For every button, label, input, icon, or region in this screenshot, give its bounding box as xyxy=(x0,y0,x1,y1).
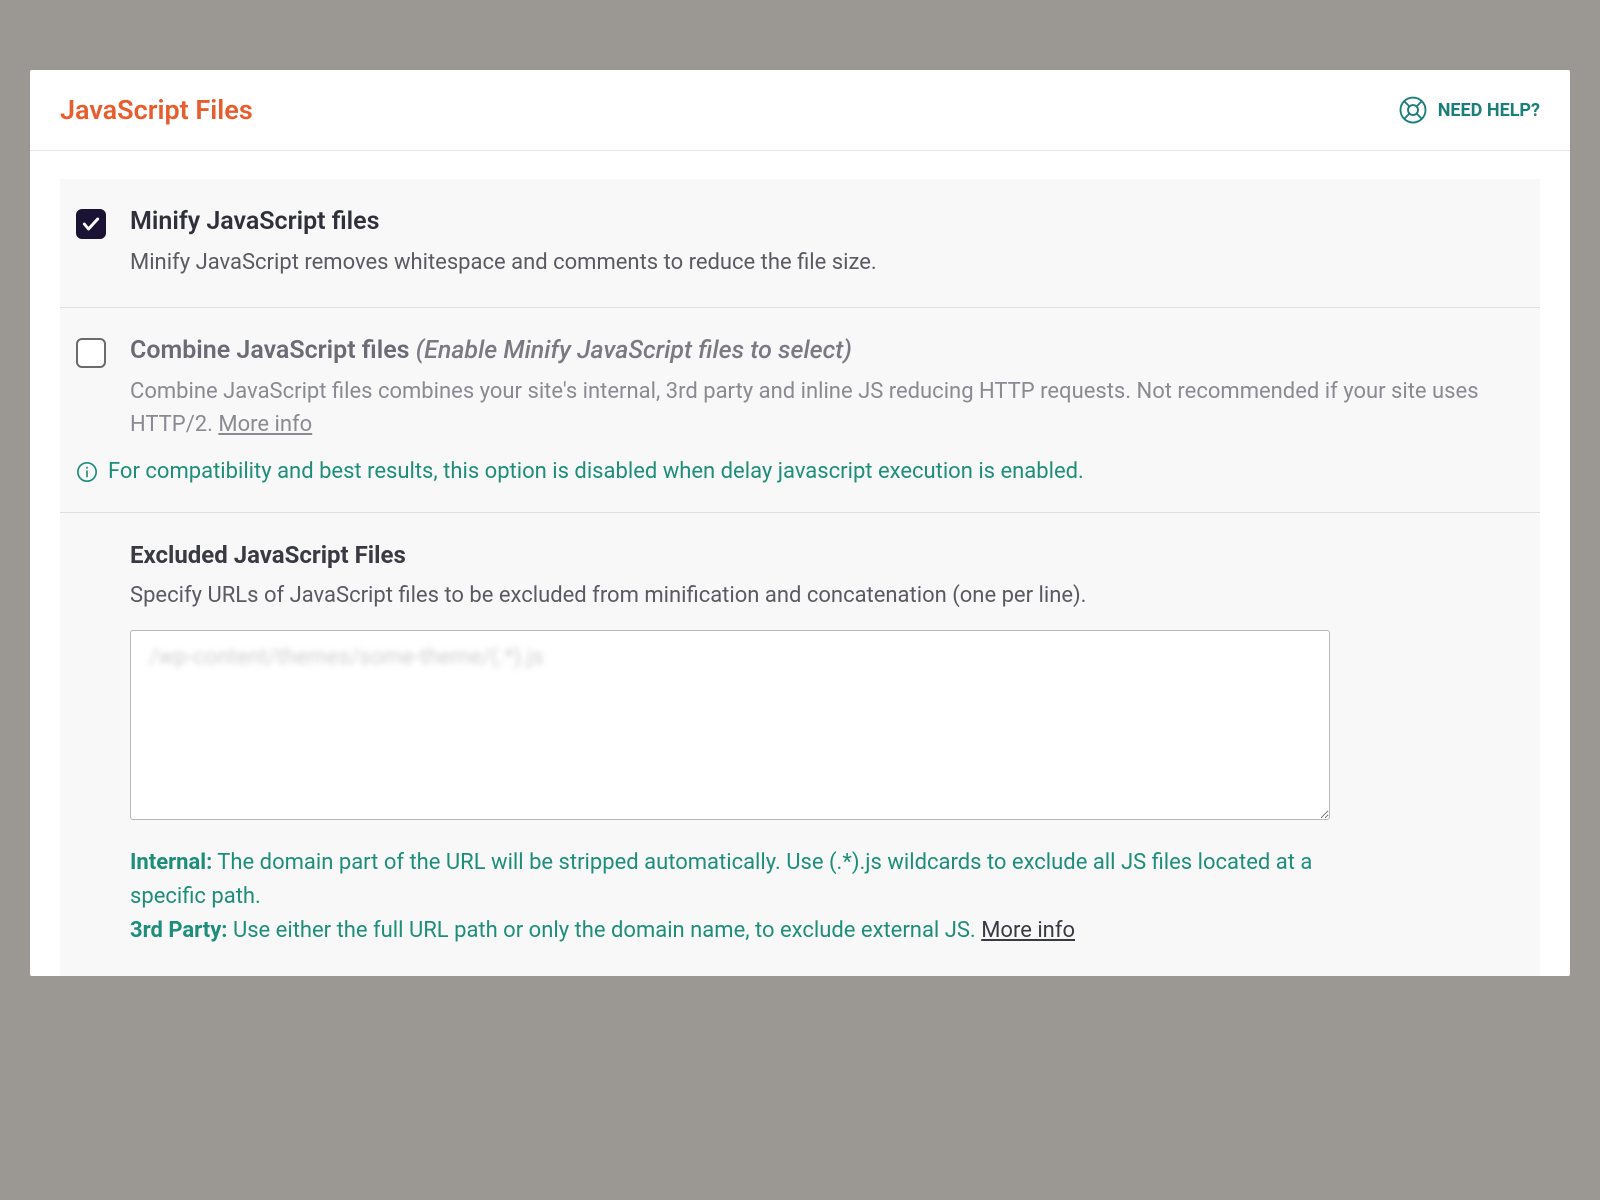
thirdparty-text: Use either the full URL path or only the… xyxy=(227,918,981,943)
info-icon xyxy=(76,461,98,483)
excluded-textarea[interactable] xyxy=(130,630,1330,820)
help-lifebuoy-icon xyxy=(1398,95,1428,125)
thirdparty-label: 3rd Party: xyxy=(130,918,227,943)
internal-text: The domain part of the URL will be strip… xyxy=(130,850,1312,909)
panel-header: JavaScript Files NEED HELP? xyxy=(30,70,1570,151)
settings-panel: JavaScript Files NEED HELP? xyxy=(30,70,1570,976)
combine-notice: For compatibility and best results, this… xyxy=(76,459,1524,484)
combine-checkbox[interactable] xyxy=(76,338,106,368)
combine-description: Combine JavaScript files combines your s… xyxy=(130,375,1524,441)
excluded-help-text: Internal: The domain part of the URL wil… xyxy=(130,846,1330,948)
combine-title: Combine JavaScript files (Enable Minify … xyxy=(130,336,1524,365)
settings-content: Minify JavaScript files Minify JavaScrip… xyxy=(60,179,1540,976)
minify-description: Minify JavaScript removes whitespace and… xyxy=(130,246,1524,279)
need-help-link[interactable]: NEED HELP? xyxy=(1398,95,1540,125)
combine-description-text: Combine JavaScript files combines your s… xyxy=(130,379,1479,437)
excluded-title: Excluded JavaScript Files xyxy=(130,541,1524,569)
combine-title-text: Combine JavaScript files xyxy=(130,336,410,365)
combine-title-hint: (Enable Minify JavaScript files to selec… xyxy=(416,336,852,365)
need-help-label: NEED HELP? xyxy=(1438,100,1540,121)
option-minify-block: Minify JavaScript files Minify JavaScrip… xyxy=(60,179,1540,308)
excluded-more-info-link[interactable]: More info xyxy=(981,918,1075,943)
excluded-section: Excluded JavaScript Files Specify URLs o… xyxy=(60,513,1540,976)
combine-notice-text: For compatibility and best results, this… xyxy=(108,459,1084,484)
panel-title: JavaScript Files xyxy=(60,94,253,126)
excluded-description: Specify URLs of JavaScript files to be e… xyxy=(130,579,1524,612)
option-combine-block: Combine JavaScript files (Enable Minify … xyxy=(60,308,1540,513)
combine-more-info-link[interactable]: More info xyxy=(218,412,312,437)
minify-title: Minify JavaScript files xyxy=(130,207,1524,236)
internal-label: Internal: xyxy=(130,850,212,875)
minify-checkbox[interactable] xyxy=(76,209,106,239)
